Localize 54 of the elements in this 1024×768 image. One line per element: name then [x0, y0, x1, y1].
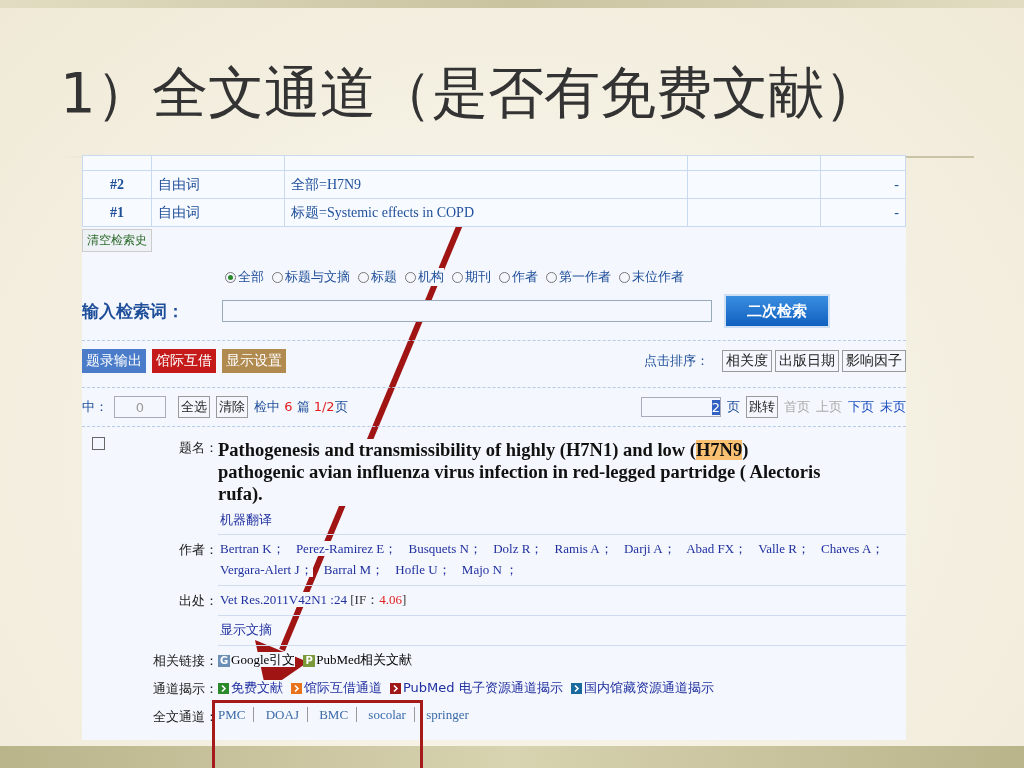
sort-button[interactable]: 出版日期 — [775, 350, 839, 372]
toolbar-button[interactable]: 题录输出 — [82, 349, 146, 373]
history-number: #1 — [82, 198, 152, 227]
channel-link[interactable]: PubMed 电子资源通道揭示 — [403, 679, 563, 695]
history-cell: - — [820, 170, 906, 199]
scope-label[interactable]: 第一作者 — [559, 268, 611, 286]
channel-link[interactable]: 馆际互借通道 — [304, 679, 382, 695]
scope-label[interactable]: 期刊 — [465, 268, 491, 286]
result-summary: 检中 6 篇 1/2页 — [254, 398, 348, 416]
pager-link[interactable]: 下页 — [848, 398, 874, 416]
radio-button[interactable] — [272, 271, 283, 283]
radio-button[interactable] — [405, 271, 416, 283]
history-field: 自由词 — [151, 170, 285, 199]
author-link[interactable]: Vergara-Alert J； — [220, 562, 313, 578]
related-link[interactable]: PubMed相关文献 — [316, 651, 413, 667]
radio-button[interactable] — [225, 271, 236, 283]
channel-link[interactable]: 免费文献 — [231, 679, 283, 695]
badge-icon: P — [303, 654, 316, 667]
pager-button[interactable]: 清除 — [216, 396, 248, 418]
radio-button[interactable] — [358, 271, 369, 283]
clear-history-button[interactable]: 清空检索史 — [82, 229, 152, 252]
show-abstract-link[interactable]: 显示文摘 — [220, 621, 272, 637]
history-query[interactable]: 全部=H7N9 — [284, 170, 688, 199]
radio-button[interactable] — [452, 271, 463, 283]
sort-button[interactable]: 影响因子 — [842, 350, 906, 372]
checkbox[interactable] — [92, 437, 105, 450]
history-number: #2 — [82, 170, 152, 199]
scope-label[interactable]: 标题 — [371, 268, 397, 286]
scope-label[interactable]: 标题与文摘 — [285, 268, 350, 286]
scope-label[interactable]: 机构 — [418, 268, 444, 286]
jump-button[interactable]: 跳转 — [746, 396, 778, 418]
scope-label[interactable]: 末位作者 — [632, 268, 684, 286]
related-link[interactable]: Google引文 — [231, 651, 296, 667]
scope-label[interactable]: 全部 — [238, 268, 264, 286]
slide-title: 1）全文通道（是否有免费文献） — [60, 59, 880, 127]
history-query[interactable]: 标题=Systemic effects in COPD — [284, 198, 688, 227]
toolbar-button[interactable]: 馆际互借 — [152, 349, 216, 373]
channel-link[interactable]: 国内馆藏资源通道揭示 — [583, 679, 714, 695]
radio-button[interactable] — [619, 271, 630, 283]
scope-label[interactable]: 作者 — [512, 268, 538, 286]
history-cell: - — [820, 198, 906, 227]
badge-icon: G — [218, 654, 230, 667]
translate-link[interactable]: 机器翻译 — [220, 511, 272, 527]
radio-button[interactable] — [499, 271, 510, 283]
sort-button[interactable]: 相关度 — [722, 350, 772, 372]
page-number-field[interactable]: 2 — [641, 397, 721, 417]
search-field[interactable] — [222, 300, 712, 322]
source-link[interactable]: Vet Res.2011V42N1 :24 — [220, 591, 347, 607]
secondary-search-button[interactable]: 二次检索 — [724, 294, 830, 328]
page-unit: 页 — [727, 398, 740, 416]
history-field: 自由词 — [151, 198, 285, 227]
pager-link[interactable]: 末页 — [880, 398, 906, 416]
radio-button[interactable] — [546, 271, 557, 283]
pager-button[interactable]: 全选 — [178, 396, 210, 418]
